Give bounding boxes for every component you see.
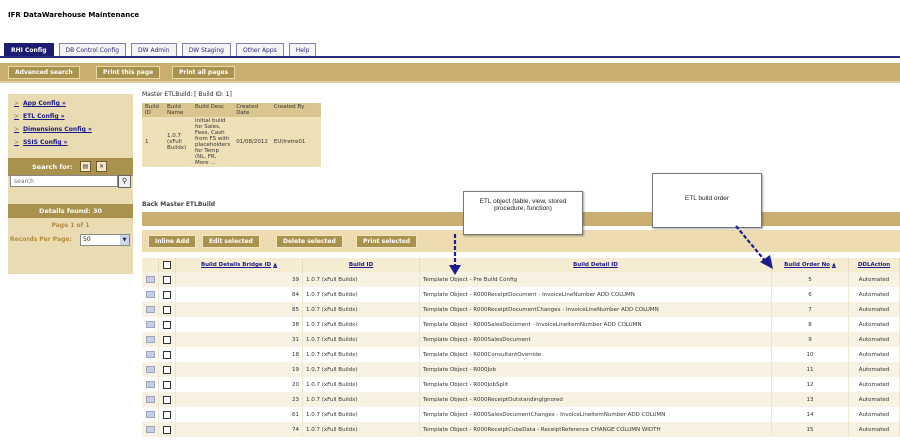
etl-build-order-arrow: [735, 225, 773, 269]
annotation-arrows: [449, 225, 773, 275]
etl-object-arrow: [449, 234, 461, 275]
